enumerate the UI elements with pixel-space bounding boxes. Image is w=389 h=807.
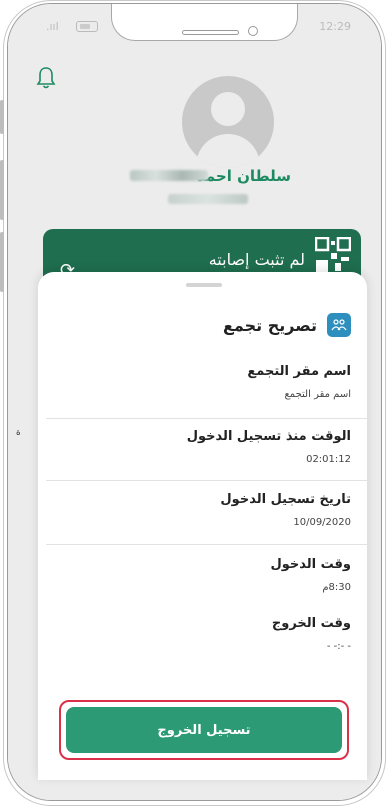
field-value: 10/09/2020 — [293, 517, 351, 528]
field-value: 8:30م — [322, 582, 351, 593]
field-label: وقت الخروج — [271, 616, 351, 631]
sheet-handle[interactable] — [186, 283, 222, 287]
offscreen-fragment: ة — [16, 428, 21, 438]
field-date: تاريخ تسجيل الدخول 10/09/2020 — [46, 492, 351, 528]
divider — [46, 544, 367, 545]
group-icon — [327, 313, 351, 337]
bell-icon[interactable] — [36, 66, 56, 90]
user-name: سلطان احمد — [197, 167, 291, 185]
status-time: 12:29 — [319, 20, 351, 33]
field-venue: اسم مقر التجمع اسم مقر التجمع — [46, 364, 351, 400]
divider — [46, 480, 367, 481]
side-button — [0, 160, 4, 220]
redacted-id — [168, 194, 248, 204]
sheet-title: تصريح تجمع — [222, 315, 317, 335]
field-label: الوقت منذ تسجيل الدخول — [186, 429, 351, 444]
speaker — [182, 30, 239, 35]
field-label: تاريخ تسجيل الدخول — [220, 492, 351, 507]
field-elapsed: الوقت منذ تسجيل الدخول 02:01:12 — [46, 429, 351, 465]
signal-icon: .ııl — [46, 20, 59, 33]
field-value: - -:- - — [326, 641, 351, 652]
side-button — [0, 232, 4, 292]
field-value: اسم مقر التجمع — [284, 389, 351, 400]
qr-code-icon[interactable] — [315, 237, 351, 273]
phone-screen: .ııl 12:29 سلطان احمد لم تثبت إصابته ⟳ ة — [7, 3, 382, 801]
field-exit-time: وقت الخروج - -:- - — [46, 616, 351, 652]
health-status-text: لم تثبت إصابته — [208, 250, 305, 269]
avatar-icon — [182, 76, 274, 168]
side-button — [0, 100, 4, 134]
divider — [46, 418, 367, 419]
field-label: اسم مقر التجمع — [247, 364, 351, 379]
field-entry-time: وقت الدخول 8:30م — [46, 557, 351, 593]
logout-button[interactable]: تسجيل الخروج — [66, 707, 342, 753]
camera — [248, 26, 258, 36]
redacted-surname — [130, 170, 208, 181]
battery-icon — [76, 21, 98, 32]
field-value: 02:01:12 — [306, 454, 351, 465]
field-label: وقت الدخول — [270, 557, 351, 572]
sheet-header: تصريح تجمع — [223, 312, 351, 338]
phone-notch — [111, 4, 298, 41]
